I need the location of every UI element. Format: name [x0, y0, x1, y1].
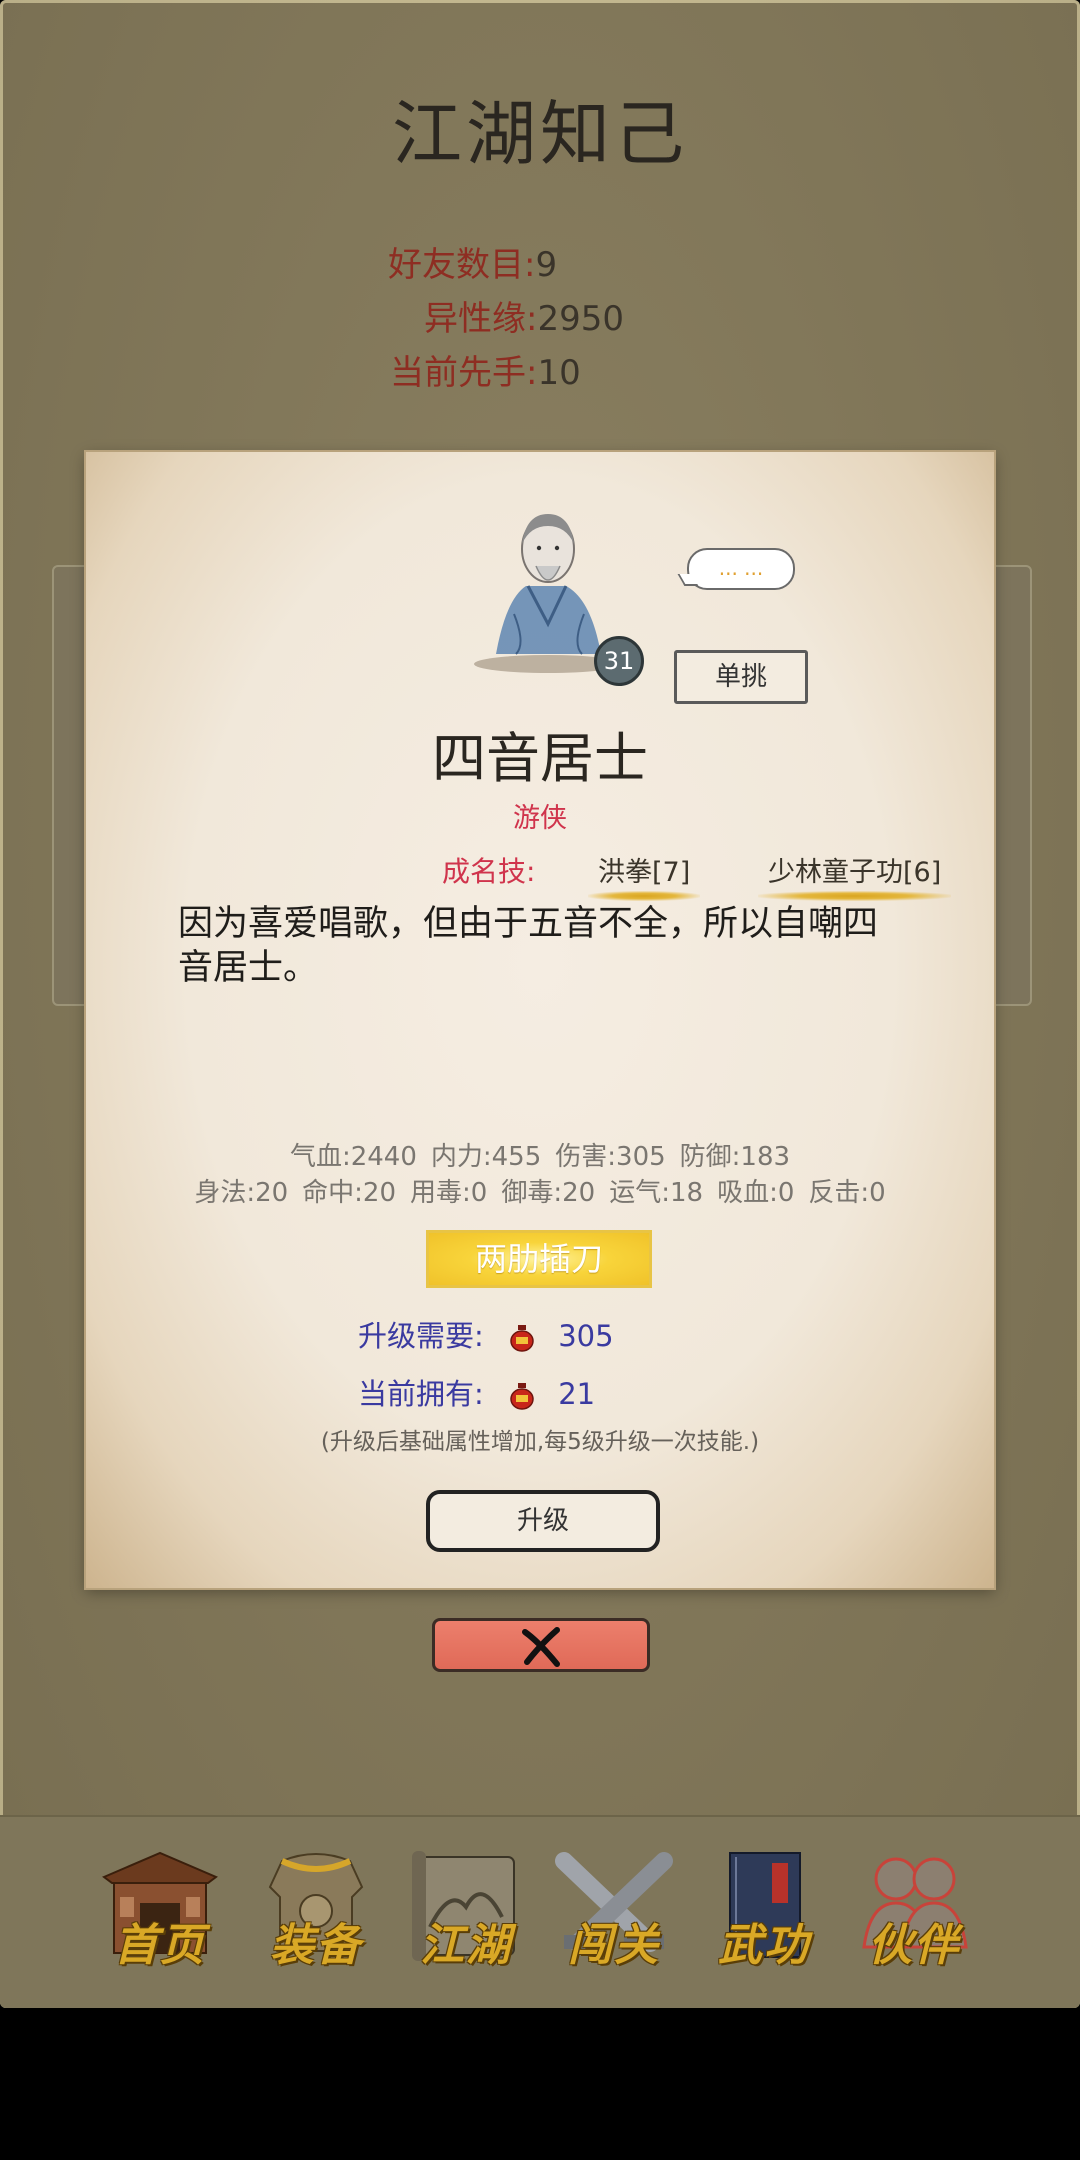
wine-jar-icon — [510, 1325, 534, 1352]
close-button[interactable] — [432, 1618, 650, 1672]
upgrade-need-label: 升级需要: — [358, 1319, 484, 1353]
game-screen: 江湖知己 好友数目:9 异性缘:2950 当前先手:10 31 ... ... … — [0, 0, 1080, 2008]
skill-label: 少林童子功[6] — [768, 857, 942, 888]
stat-label: 好友数目: — [388, 245, 536, 285]
attr-luck: 运气:18 — [609, 1178, 704, 1208]
attr-counter: 反击:0 — [808, 1178, 886, 1208]
skill-item[interactable]: 洪拳[7] — [588, 850, 701, 901]
nav-label: 江湖 — [420, 1920, 512, 1971]
skill-item[interactable]: 少林童子功[6] — [758, 850, 952, 901]
attr-poison: 用毒:0 — [410, 1178, 488, 1208]
attr-agility: 身法:20 — [194, 1178, 289, 1208]
nav-home[interactable]: 首页 — [96, 1847, 224, 1977]
stat-initiative: 当前先手:10 — [390, 348, 581, 398]
nav-label: 伙伴 — [868, 1920, 960, 1971]
skills-label: 成名技: — [442, 855, 536, 888]
nav-martial-arts[interactable]: 武功 — [700, 1847, 828, 1977]
npc-name: 四音居士 — [432, 727, 648, 790]
upgrade-note: (升级后基础属性增加,每5级升级一次技能.) — [320, 1429, 760, 1455]
upgrade-cost-row: 升级需要: 305 — [358, 1316, 614, 1356]
npc-detail-dialog: 31 ... ... 单挑 四音居士 游侠 成名技: 洪拳[7] 少林童子功[6… — [86, 452, 994, 1588]
npc-description: 因为喜爱唱歌，但由于五音不全，所以自嘲四音居士。 — [178, 904, 879, 988]
nav-label: 闯关 — [568, 1920, 660, 1971]
skill-label: 洪拳[7] — [598, 857, 691, 888]
nav-jianghu[interactable]: 江湖 — [402, 1847, 530, 1977]
nav-challenge[interactable]: 闯关 — [550, 1847, 678, 1977]
upgrade-need-value: 305 — [558, 1319, 614, 1353]
special-skill-button[interactable]: 两肋插刀 — [426, 1230, 652, 1288]
attr-accuracy: 命中:20 — [302, 1178, 397, 1208]
attr-poison-resist: 御毒:20 — [501, 1178, 596, 1208]
stat-value: 2950 — [537, 299, 624, 339]
stat-value: 10 — [537, 353, 581, 393]
attr-damage: 伤害:305 — [555, 1142, 666, 1172]
bottom-navigation: 首页 装备 江湖 闯关 武功 伙伴 — [0, 1815, 1080, 2008]
brush-underline — [758, 891, 952, 901]
stat-label: 异性缘: — [424, 299, 538, 339]
brush-underline — [588, 891, 701, 901]
stat-value: 9 — [535, 245, 558, 285]
stat-friends: 好友数目:9 — [388, 240, 557, 290]
attr-hp: 气血:2440 — [289, 1142, 417, 1172]
nav-label: 武功 — [718, 1920, 810, 1971]
attr-defense: 防御:183 — [679, 1142, 791, 1172]
speech-bubble: ... ... — [687, 548, 795, 590]
owned-value: 21 — [558, 1377, 596, 1411]
page-title: 江湖知己 — [392, 93, 688, 175]
upgrade-button[interactable]: 升级 — [426, 1490, 660, 1552]
nav-label: 首页 — [114, 1920, 206, 1971]
owned-row: 当前拥有: 21 — [358, 1374, 595, 1414]
attributes-line-2: 身法:20 命中:20 用毒:0 御毒:20 运气:18 吸血:0 反击:0 — [86, 1172, 994, 1209]
nav-companions[interactable]: 伙伴 — [850, 1847, 978, 1977]
close-icon — [522, 1627, 560, 1667]
nav-equipment[interactable]: 装备 — [252, 1847, 380, 1977]
owned-label: 当前拥有: — [358, 1377, 484, 1411]
stat-charm: 异性缘:2950 — [424, 294, 624, 344]
attributes-line-1: 气血:2440 内力:455 伤害:305 防御:183 — [86, 1136, 994, 1173]
nav-label: 装备 — [270, 1920, 362, 1971]
npc-class: 游侠 — [513, 803, 567, 834]
level-badge: 31 — [594, 636, 644, 686]
stat-label: 当前先手: — [390, 353, 538, 393]
wine-jar-icon — [510, 1383, 534, 1410]
duel-button[interactable]: 单挑 — [674, 650, 808, 704]
attr-mp: 内力:455 — [430, 1142, 542, 1172]
attr-lifesteal: 吸血:0 — [717, 1178, 795, 1208]
